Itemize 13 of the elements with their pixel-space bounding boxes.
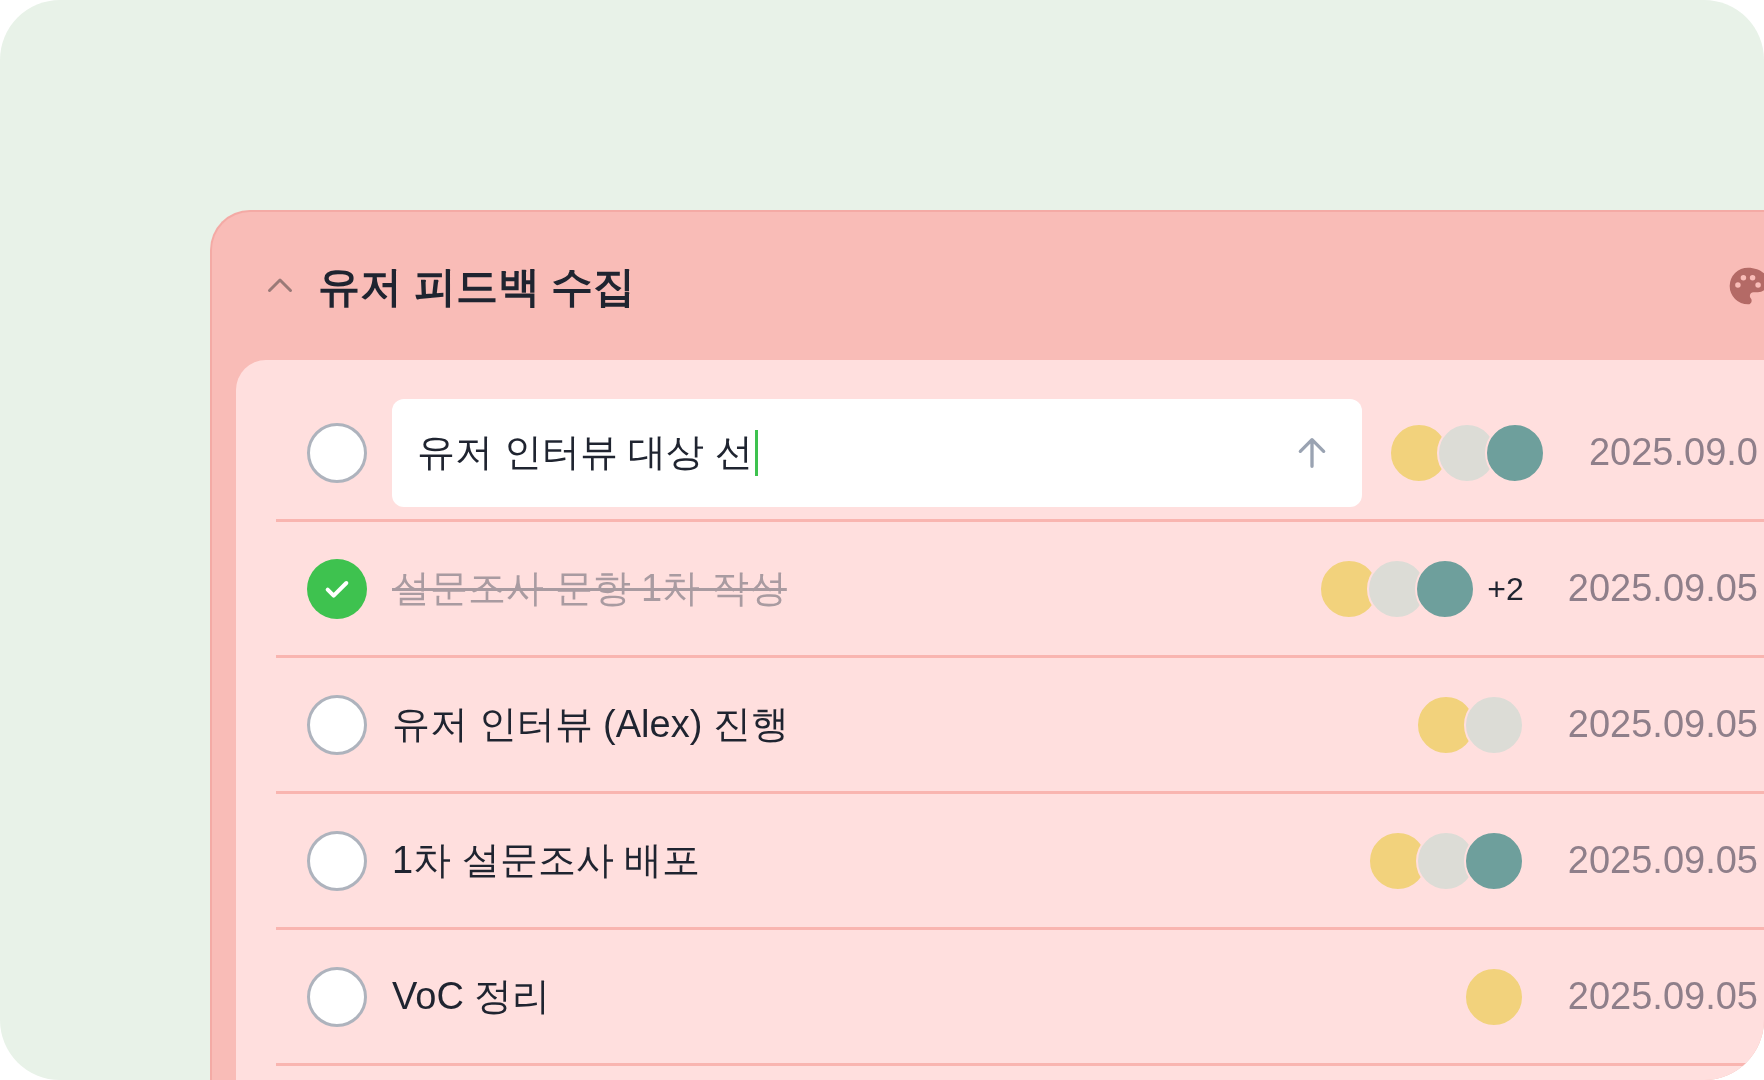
group-title: 유저 피드백 수집 bbox=[318, 261, 636, 312]
text-cursor bbox=[754, 429, 758, 476]
task-input-field[interactable]: 유저 인터뷰 대상 선 bbox=[392, 398, 1362, 507]
more-count: +2 bbox=[1487, 569, 1524, 609]
task-date: 2025.09.05 bbox=[1567, 566, 1758, 611]
task-date: 2025.09.05 bbox=[1567, 702, 1758, 747]
task-date: 2025.09.0 bbox=[1588, 430, 1758, 475]
task-title: 유저 인터뷰 (Alex) 진행 bbox=[392, 702, 789, 747]
task-date: 2025.09.05 bbox=[1567, 974, 1758, 1019]
task-date: 2025.09.05 bbox=[1567, 838, 1758, 883]
task-title: 1차 설문조사 배포 bbox=[392, 838, 701, 883]
task-title: VoC 정리 bbox=[392, 974, 551, 1019]
task-title: 설문조사 문항 1차 작성 bbox=[392, 566, 787, 611]
